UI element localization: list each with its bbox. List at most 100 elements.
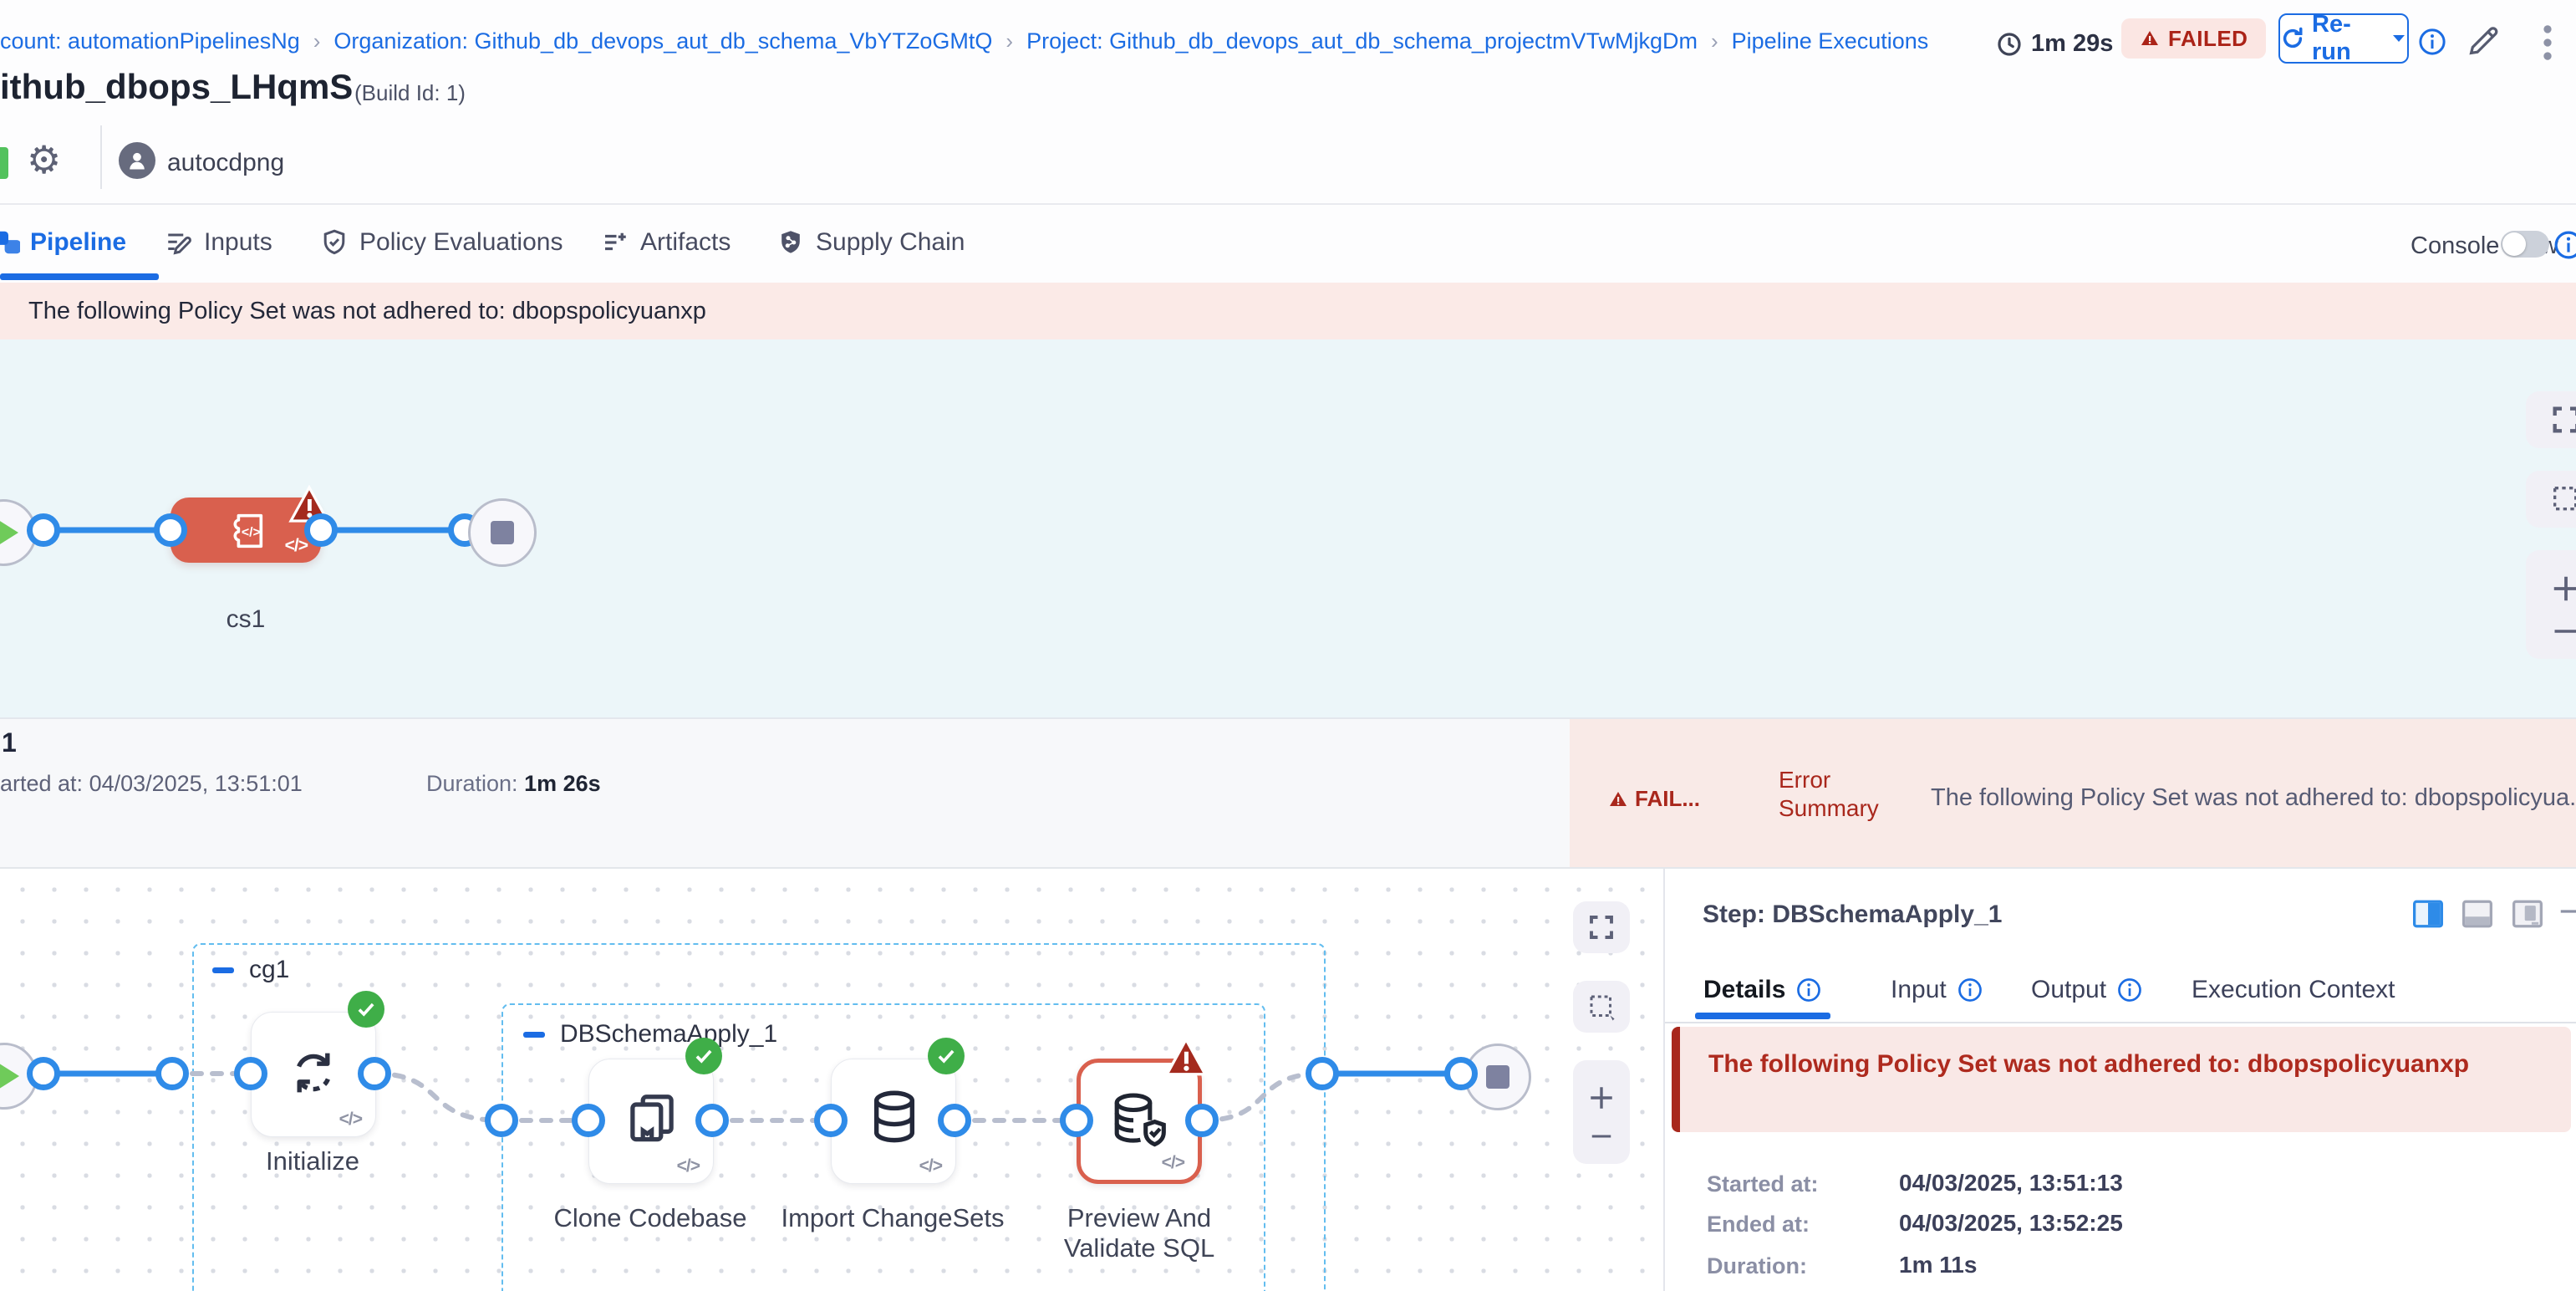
- trigger-user: autocdpng: [167, 149, 284, 177]
- code-mark: </>: [1162, 1153, 1184, 1173]
- zoom-controls: [2526, 550, 2576, 659]
- inputs-icon: [164, 227, 194, 258]
- divider: [0, 203, 2576, 205]
- pipeline-icon: [0, 227, 20, 258]
- more-options-icon[interactable]: [2529, 22, 2566, 64]
- step-panel-title: Step: DBSchemaApply_1: [1703, 901, 2002, 929]
- connector-ring: [304, 513, 338, 547]
- divider: [1665, 1022, 2576, 1023]
- tab-label: Execution Context: [2192, 976, 2395, 1004]
- step-label-clone-codebase: Clone Codebase: [533, 1203, 767, 1233]
- panel-tab-output[interactable]: Output: [2031, 976, 2143, 1004]
- avatar: [119, 142, 155, 179]
- play-icon: [0, 518, 18, 547]
- started-at-label: Started at:: [1707, 1171, 1819, 1197]
- divider: [100, 125, 102, 189]
- code-mark: </>: [677, 1156, 700, 1176]
- supply-chain-shield-icon: [776, 227, 806, 258]
- breadcrumb-pipeline-executions[interactable]: Pipeline Executions: [1732, 28, 1929, 54]
- step-success-badge: [928, 1038, 965, 1074]
- layout-floating-view-icon[interactable]: [2511, 899, 2544, 929]
- started-at-value: 04/03/2025, 13:51:13: [1899, 1170, 2123, 1197]
- tab-label: Artifacts: [640, 228, 731, 257]
- step-label-import-changesets: Import ChangeSets: [776, 1203, 1010, 1233]
- duration-value: 1m 26s: [524, 771, 601, 796]
- marquee-select-button[interactable]: [1573, 981, 1630, 1033]
- breadcrumb-project[interactable]: Project: Github_db_devops_aut_db_schema_…: [1026, 28, 1698, 54]
- panel-tab-details[interactable]: Details: [1703, 976, 1822, 1004]
- connector-ring: [27, 1057, 60, 1090]
- duration-label: Duration:: [1707, 1253, 1807, 1279]
- tab-artifacts[interactable]: Artifacts: [600, 227, 731, 258]
- marquee-select-button[interactable]: [2526, 471, 2576, 528]
- banner-text: The following Policy Set was not adhered…: [28, 298, 706, 325]
- svg-text:</>: </>: [242, 525, 261, 539]
- connector-ring: [155, 1057, 189, 1090]
- panel-tab-input[interactable]: Input: [1891, 976, 1983, 1004]
- build-id: (Build Id: 1): [354, 80, 466, 106]
- minimize-panel-icon[interactable]: [2558, 907, 2576, 916]
- step-error-box: The following Policy Set was not adhered…: [1672, 1027, 2571, 1132]
- breadcrumb-separator-icon: ›: [1711, 28, 1718, 54]
- tab-pipeline[interactable]: Pipeline: [0, 227, 126, 258]
- status-badge: FAILED: [2121, 18, 2266, 59]
- ended-at-value: 04/03/2025, 13:52:25: [1899, 1210, 2123, 1237]
- list-plus-icon: [600, 227, 630, 258]
- zoom-in-button[interactable]: [2550, 573, 2576, 605]
- breadcrumb-organization[interactable]: Organization: Github_db_devops_aut_db_sc…: [333, 28, 992, 54]
- zoom-out-button[interactable]: [1587, 1132, 1616, 1140]
- execution-duration: 1m 29s: [1996, 30, 2113, 58]
- stage-label: cs1: [162, 605, 329, 634]
- codebase-icon: [621, 1088, 683, 1150]
- status-text: FAILED: [2168, 26, 2248, 52]
- connector-ring: [1444, 1057, 1478, 1090]
- zoom-controls: [1573, 1060, 1630, 1164]
- step-graph-canvas[interactable]: cg1 DBSchemaApply_1: [0, 869, 1663, 1291]
- rerun-button[interactable]: Re-run: [2278, 13, 2409, 64]
- clock-icon: [1996, 31, 2023, 58]
- tab-policy-evaluations[interactable]: Policy Evaluations: [319, 227, 563, 258]
- rerun-label: Re-run: [2312, 11, 2384, 66]
- toggle-knob: [2502, 232, 2526, 256]
- console-info-icon[interactable]: [2553, 229, 2576, 261]
- initialize-sync-icon: [283, 1043, 344, 1103]
- active-tab-underline: [1695, 1013, 1830, 1019]
- stage-node-cs1[interactable]: </> </>: [171, 498, 321, 563]
- code-mark: </>: [339, 1110, 362, 1130]
- breadcrumb-account[interactable]: count: automationPipelinesNg: [0, 28, 300, 54]
- policy-violation-banner: The following Policy Set was not adhered…: [0, 283, 2576, 339]
- breadcrumb-separator-icon: ›: [1005, 28, 1013, 54]
- stage-started-at: arted at: 04/03/2025, 13:51:01: [0, 771, 303, 797]
- tab-inputs[interactable]: Inputs: [164, 227, 272, 258]
- stage-duration: Duration: 1m 26s: [426, 771, 601, 797]
- edit-pipeline-icon[interactable]: [2464, 22, 2502, 60]
- console-view-toggle[interactable]: [2501, 231, 2549, 258]
- connector-ring: [234, 1057, 267, 1090]
- connector-ring: [695, 1104, 729, 1137]
- fullscreen-button[interactable]: [1573, 901, 1630, 953]
- custom-stage-icon: </>: [222, 509, 269, 553]
- connector-ring: [572, 1104, 605, 1137]
- fullscreen-button[interactable]: [2526, 391, 2576, 448]
- layout-bottom-view-icon[interactable]: [2461, 899, 2494, 929]
- info-icon: [2116, 977, 2143, 1003]
- zoom-out-button[interactable]: [2550, 626, 2576, 636]
- stage-name: 1: [2, 727, 17, 758]
- connector-ring: [1185, 1104, 1219, 1137]
- zoom-in-button[interactable]: [1587, 1084, 1616, 1112]
- execution-detail-section: cg1 DBSchemaApply_1: [0, 867, 2576, 1291]
- info-icon: [1957, 977, 1983, 1003]
- stage-info-bar: 1 arted at: 04/03/2025, 13:51:01 Duratio…: [0, 717, 2576, 869]
- fail-chip: FAIL...: [1608, 786, 1700, 812]
- execution-info-icon[interactable]: [2417, 27, 2447, 57]
- step-label-preview-validate-sql: Preview And Validate SQL: [1022, 1203, 1256, 1263]
- page-title: ithub_dbops_LHqmS: [0, 67, 353, 107]
- tab-label: Output: [2031, 976, 2106, 1004]
- fail-label: FAIL...: [1635, 786, 1700, 812]
- layout-split-view-icon[interactable]: [2411, 899, 2445, 929]
- panel-tab-execution-context[interactable]: Execution Context: [2192, 976, 2395, 1004]
- connector-ring: [358, 1057, 391, 1090]
- gear-icon[interactable]: ⚙: [27, 137, 61, 182]
- stage-graph-canvas[interactable]: </> </> cs1: [0, 339, 2576, 717]
- tab-supply-chain[interactable]: Supply Chain: [776, 227, 965, 258]
